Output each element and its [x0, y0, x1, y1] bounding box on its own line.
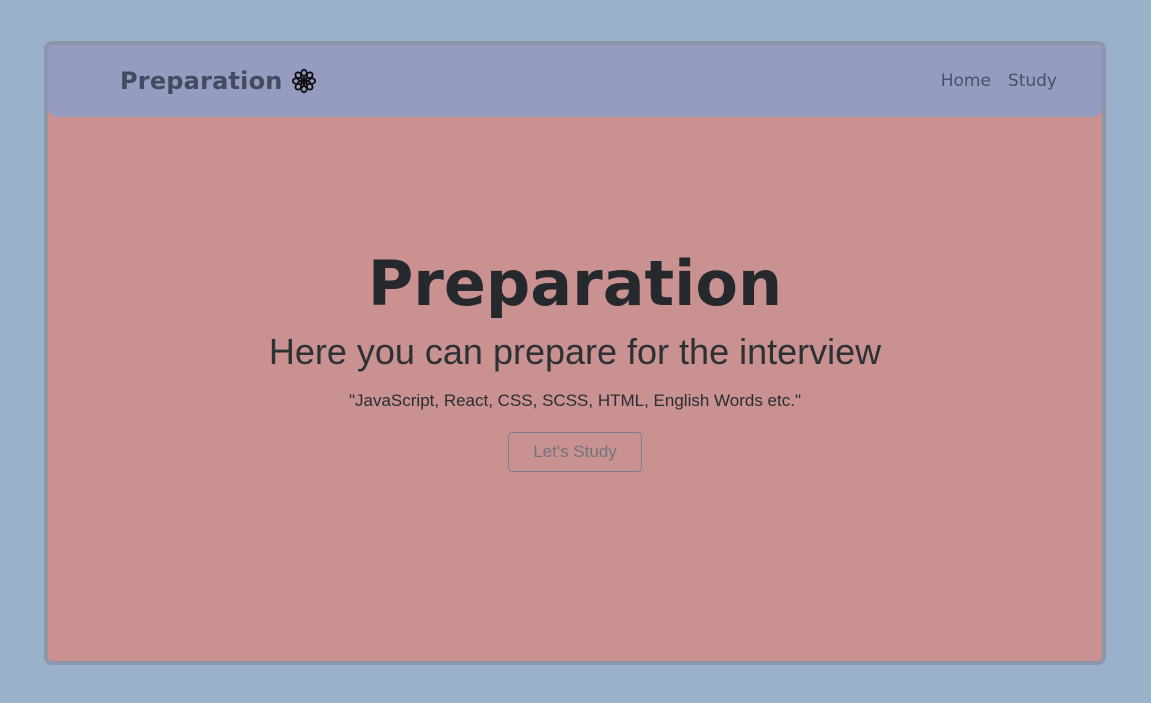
lets-study-button[interactable]: Let's Study	[508, 432, 642, 472]
nav-link-study[interactable]: Study	[1008, 71, 1057, 91]
hero-section: Preparation Here you can prepare for the…	[48, 241, 1102, 472]
hero-topics: "JavaScript, React, CSS, SCSS, HTML, Eng…	[348, 391, 801, 410]
navbar: Preparation Home Study	[48, 45, 1102, 117]
app-window: Preparation Home Study Preparation Here …	[44, 41, 1106, 665]
hero-title: Preparation	[367, 247, 783, 320]
flower-icon	[291, 68, 316, 94]
brand-link[interactable]: Preparation	[120, 45, 317, 117]
brand-name: Preparation	[120, 67, 283, 95]
nav-link-home[interactable]: Home	[941, 71, 991, 91]
nav-links: Home Study	[924, 45, 1057, 117]
hero-subtitle: Here you can prepare for the interview	[268, 331, 882, 372]
